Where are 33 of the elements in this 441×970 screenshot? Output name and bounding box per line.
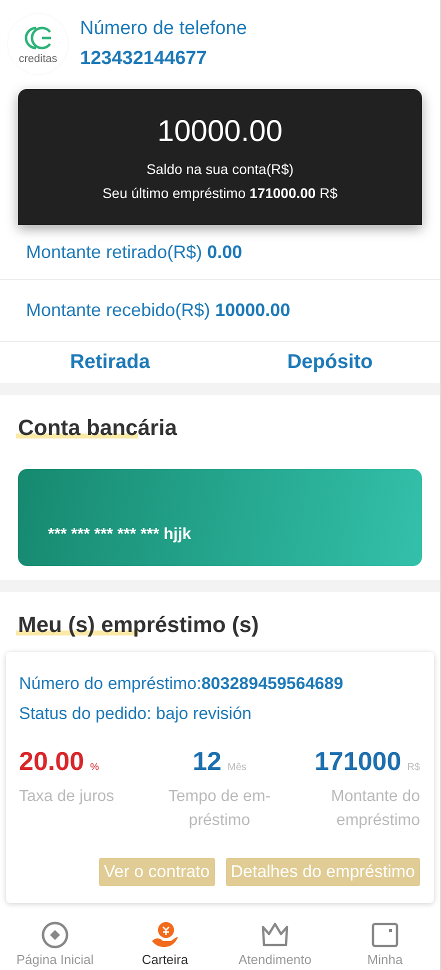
stat-value: 12 xyxy=(192,746,222,777)
action-button[interactable]: Retirada xyxy=(0,342,220,383)
action-button[interactable]: Depósito xyxy=(220,342,440,383)
card-number: *** *** *** *** *** hjjk xyxy=(48,526,192,544)
stat-unit: % xyxy=(90,762,99,773)
stat-label: Montante do empréstimo xyxy=(330,787,420,831)
bank-card[interactable]: *** *** *** *** *** hjjk xyxy=(18,469,422,566)
stat-unit: Mês xyxy=(228,762,246,773)
crown-icon xyxy=(260,921,290,949)
loan-status: Status do pedido: bajo revisión xyxy=(19,704,252,724)
last-loan-text: Seu último empréstimo 171000.00 R$ xyxy=(102,185,338,201)
nav-tab[interactable]: Minha xyxy=(330,910,440,970)
loan-button[interactable]: Detalhes do empréstimo xyxy=(226,858,420,886)
phone-label: Número de telefone xyxy=(80,18,247,40)
amount-text: Montante recebido(R$) 10000.00 xyxy=(26,300,290,321)
hand-coin-icon xyxy=(150,921,180,949)
nav-tab[interactable]: Carteira xyxy=(110,910,220,970)
stat-label: Tempo de em-préstimo xyxy=(167,787,272,831)
logo-text: creditas xyxy=(18,52,58,64)
stat-unit: R$ xyxy=(407,762,420,773)
stat-value: 171000 xyxy=(314,746,402,777)
folder-icon xyxy=(371,921,399,949)
nav-tab[interactable]: Página Inicial xyxy=(0,910,110,970)
phone-number: 123432144677 xyxy=(80,48,208,70)
stat-label: Taxa de juros xyxy=(19,787,114,807)
loan-number: Número do empréstimo:803289459564689 xyxy=(19,674,344,694)
loan-button[interactable]: Ver o contrato xyxy=(98,858,215,886)
amount-text: Montante retirado(R$) 0.00 xyxy=(26,242,242,262)
nav-tab[interactable]: Atendimento xyxy=(220,910,330,970)
compass-icon xyxy=(41,921,69,949)
balance-amount: 10000.00 xyxy=(157,115,283,149)
stat-value: 20.00 xyxy=(19,746,84,777)
balance-caption: Saldo na sua conta(R$) xyxy=(146,161,294,177)
